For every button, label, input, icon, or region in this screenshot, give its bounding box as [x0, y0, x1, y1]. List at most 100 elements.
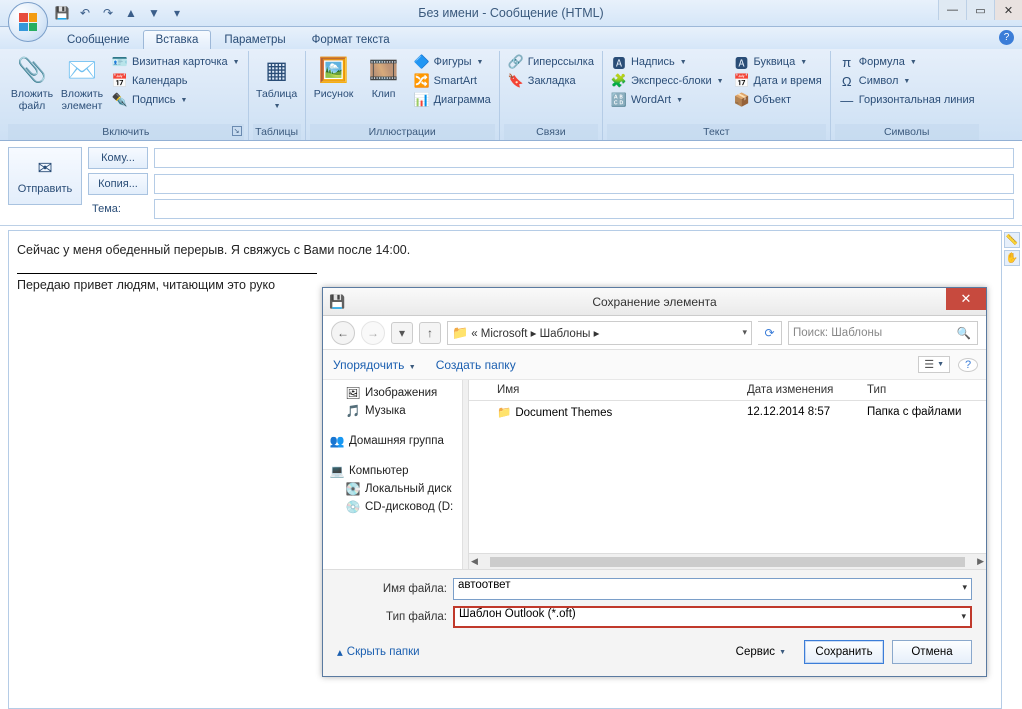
tree-computer[interactable]: 💻Компьютер	[325, 462, 460, 480]
save-dialog: 💾 Сохранение элемента ✕ ← → ▾ ↑ 📁 « Micr…	[322, 287, 987, 677]
list-item[interactable]: 📁Document Themes 12.12.2014 8:57 Папка с…	[469, 401, 986, 423]
folder-tree[interactable]: 🖼Изображения 🎵Музыка 👥Домашняя группа 💻К…	[323, 380, 463, 569]
nav-up-button[interactable]: ↑	[419, 322, 441, 344]
cc-button[interactable]: Копия...	[88, 173, 148, 195]
qat-customize-icon[interactable]: ▾	[169, 5, 185, 21]
list-header: Имя Дата изменения Тип	[469, 380, 986, 401]
shapes-button[interactable]: 🔷Фигуры▼	[410, 53, 495, 71]
clip-icon: 🎞️	[368, 55, 400, 87]
ribbon: 📎Вложить файл ✉️Вложить элемент 🪪Визитна…	[0, 49, 1022, 141]
search-input[interactable]: Поиск: Шаблоны 🔍	[788, 321, 978, 345]
quickparts-button[interactable]: 🧩Экспресс-блоки▼	[607, 72, 728, 90]
undo-icon[interactable]: ↶	[77, 5, 93, 21]
bookmark-button[interactable]: 🔖Закладка	[504, 72, 598, 90]
object-button[interactable]: 📦Объект	[730, 91, 826, 109]
titlebar: 💾 ↶ ↷ ▲ ▼ ▾ Без имени - Сообщение (HTML)…	[0, 0, 1022, 27]
equation-button[interactable]: πФормула▼	[835, 53, 979, 71]
signature-icon: ✒️	[112, 92, 128, 108]
pictures-icon: 🖼	[345, 386, 361, 400]
filetype-select[interactable]: Шаблон Outlook (*.oft)▾	[453, 606, 972, 628]
service-dropdown[interactable]: Сервис▼	[736, 646, 786, 658]
chevron-down-icon[interactable]: ▾	[962, 582, 967, 593]
group-links-label: Связи	[504, 124, 598, 140]
tab-options[interactable]: Параметры	[211, 30, 298, 49]
chart-button[interactable]: 📊Диаграмма	[410, 91, 495, 109]
minimize-button[interactable]: —	[938, 0, 966, 20]
clip-button[interactable]: 🎞️Клип	[360, 53, 408, 103]
col-name[interactable]: Имя	[489, 380, 739, 400]
business-card-button[interactable]: 🪪Визитная карточка▼	[108, 53, 244, 71]
dropcap-icon: 🅰	[734, 54, 750, 70]
group-symbols-label: Символы	[835, 124, 979, 140]
prev-item-icon[interactable]: ▲	[123, 5, 139, 21]
cc-input[interactable]	[154, 174, 1014, 194]
datetime-button[interactable]: 📅Дата и время	[730, 72, 826, 90]
file-list[interactable]: Имя Дата изменения Тип 📁Document Themes …	[469, 380, 986, 569]
calendar-button[interactable]: 📅Календарь	[108, 72, 244, 90]
tab-message[interactable]: Сообщение	[54, 30, 143, 49]
cancel-button[interactable]: Отмена	[892, 640, 972, 664]
next-item-icon[interactable]: ▼	[146, 5, 162, 21]
quick-access-toolbar: 💾 ↶ ↷ ▲ ▼ ▾	[54, 5, 185, 21]
smartart-button[interactable]: 🔀SmartArt	[410, 72, 495, 90]
save-button[interactable]: Сохранить	[804, 640, 884, 664]
signature-line	[17, 273, 317, 274]
hyperlink-button[interactable]: 🔗Гиперссылка	[504, 53, 598, 71]
envelope-icon: ✉️	[66, 55, 98, 87]
subject-input[interactable]	[154, 199, 1014, 219]
dropcap-button[interactable]: 🅰Буквица▼	[730, 53, 826, 71]
quickparts-icon: 🧩	[611, 73, 627, 89]
ruler-icon[interactable]: 📏	[1004, 232, 1020, 248]
dialog-close-button[interactable]: ✕	[946, 288, 986, 310]
hand-icon[interactable]: ✋	[1004, 250, 1020, 266]
help-icon[interactable]: ?	[999, 30, 1014, 45]
chevron-down-icon[interactable]: ▾	[961, 611, 966, 622]
organize-button[interactable]: Упорядочить ▼	[333, 358, 416, 372]
tree-localdisk[interactable]: 💽Локальный диск	[325, 480, 460, 498]
nav-back-button[interactable]: ←	[331, 321, 355, 345]
help-button[interactable]: ?	[958, 358, 978, 372]
picture-button[interactable]: 🖼️Рисунок	[310, 53, 358, 103]
hline-button[interactable]: —Горизонтальная линия	[835, 91, 979, 109]
new-folder-button[interactable]: Создать папку	[436, 358, 516, 372]
filename-input[interactable]: автоответ▾	[453, 578, 972, 600]
tree-homegroup[interactable]: 👥Домашняя группа	[325, 432, 460, 450]
wordart-button[interactable]: 🔠WordArt▼	[607, 91, 728, 109]
launcher-icon[interactable]: ↘	[232, 126, 242, 136]
attach-item-button[interactable]: ✉️Вложить элемент	[58, 53, 106, 114]
tree-cddrive[interactable]: 💿CD-дисковод (D:	[325, 498, 460, 516]
view-mode-button[interactable]: ☰ ▼	[918, 356, 950, 373]
tree-music[interactable]: 🎵Музыка	[325, 402, 460, 420]
to-input[interactable]	[154, 148, 1014, 168]
nav-recent-button[interactable]: ▾	[391, 322, 413, 344]
tab-insert[interactable]: Вставка	[143, 30, 212, 49]
redo-icon[interactable]: ↷	[100, 5, 116, 21]
group-include: 📎Вложить файл ✉️Вложить элемент 🪪Визитна…	[4, 51, 249, 140]
signature-button[interactable]: ✒️Подпись▼	[108, 91, 244, 109]
horizontal-scrollbar[interactable]: ◀▶	[469, 553, 986, 569]
symbol-button[interactable]: ΩСимвол▼	[835, 72, 979, 90]
col-date[interactable]: Дата изменения	[739, 380, 859, 400]
office-button[interactable]	[8, 2, 48, 42]
textbox-icon: 🅰	[611, 54, 627, 70]
attach-file-button[interactable]: 📎Вложить файл	[8, 53, 56, 114]
textbox-button[interactable]: 🅰Надпись▼	[607, 53, 728, 71]
breadcrumb[interactable]: 📁 « Microsoft ▸ Шаблоны ▸ ▾	[447, 321, 752, 345]
save-icon[interactable]: 💾	[54, 5, 70, 21]
tab-format[interactable]: Формат текста	[299, 30, 403, 49]
group-include-label: Включить↘	[8, 124, 244, 140]
refresh-button[interactable]: ⟳	[758, 321, 782, 345]
wordart-icon: 🔠	[611, 92, 627, 108]
picture-icon: 🖼️	[318, 55, 350, 87]
to-button[interactable]: Кому...	[88, 147, 148, 169]
breadcrumb-dropdown-icon[interactable]: ▾	[742, 327, 747, 338]
table-button[interactable]: ▦Таблица▼	[253, 53, 301, 112]
tree-pictures[interactable]: 🖼Изображения	[325, 384, 460, 402]
close-button[interactable]: ✕	[994, 0, 1022, 20]
nav-forward-button[interactable]: →	[361, 321, 385, 345]
maximize-button[interactable]: ▭	[966, 0, 994, 20]
hide-folders-button[interactable]: ▴Скрыть папки	[337, 645, 420, 659]
send-button[interactable]: ✉ Отправить	[8, 147, 82, 205]
col-type[interactable]: Тип	[859, 380, 986, 400]
chevron-up-icon: ▴	[337, 645, 343, 659]
